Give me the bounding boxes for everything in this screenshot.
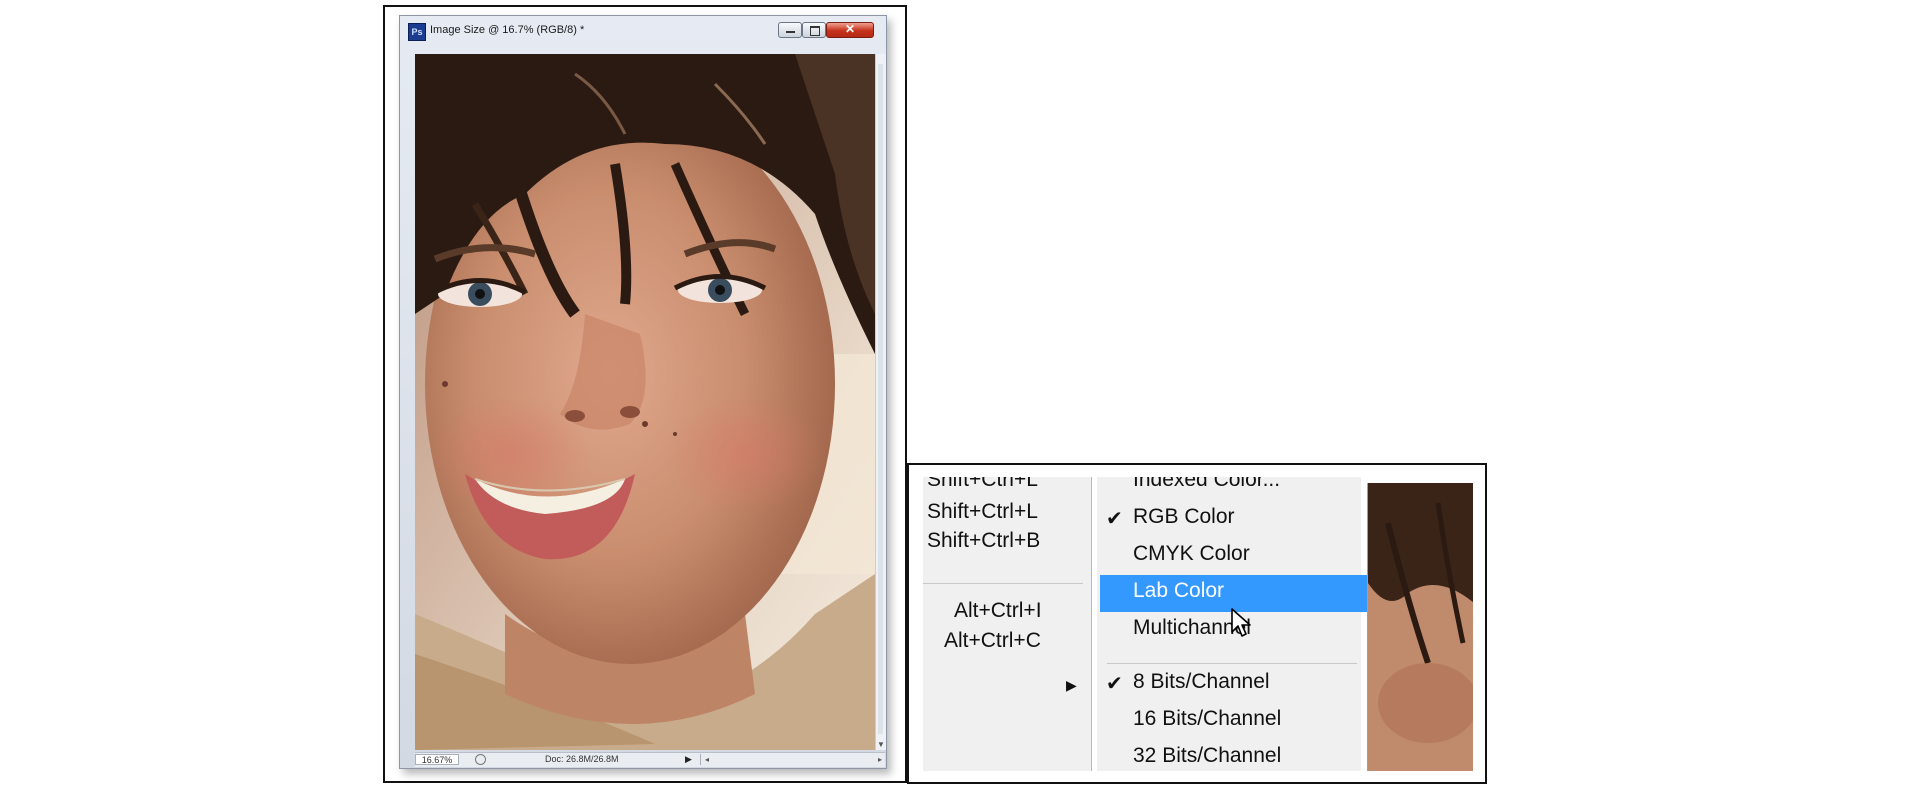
close-icon[interactable] bbox=[826, 22, 874, 38]
menu-shortcut: Shift+Ctrl+B bbox=[927, 529, 1041, 552]
menu-item-8-bits[interactable]: ✔ 8 Bits/Channel bbox=[1097, 666, 1361, 703]
menu-item-label: RGB Color bbox=[1133, 505, 1235, 528]
menu-shortcut: Alt+Ctrl+C bbox=[944, 629, 1041, 652]
document-canvas-photo[interactable] bbox=[415, 54, 875, 750]
menu-item-label: CMYK Color bbox=[1133, 542, 1250, 565]
menu-separator bbox=[923, 583, 1083, 584]
status-info-icon[interactable] bbox=[475, 754, 486, 765]
document-size-info: Doc: 26.8M/26.8M bbox=[545, 754, 619, 764]
document-window: Ps Image Size @ 16.7% (RGB/8) * ✕ ▼ 16.6… bbox=[399, 15, 887, 769]
smiling-girl-photo bbox=[415, 54, 875, 750]
horizontal-scrollbar[interactable]: ◂ ▸ bbox=[700, 754, 886, 765]
menu-item-multichannel[interactable]: Multichannel bbox=[1097, 612, 1361, 649]
document-window-frame: Ps Image Size @ 16.7% (RGB/8) * ✕ ▼ 16.6… bbox=[383, 5, 907, 783]
menu-area: Shift+Ctrl+L Shift+Ctrl+L Shift+Ctrl+B A… bbox=[923, 477, 1473, 771]
document-title: Image Size @ 16.7% (RGB/8) * bbox=[430, 24, 585, 36]
menu-item-16-bits[interactable]: 16 Bits/Channel bbox=[1097, 703, 1361, 740]
menu-shortcut: Shift+Ctrl+L bbox=[927, 477, 1038, 491]
menu-item-rgb-color[interactable]: ✔ RGB Color bbox=[1097, 501, 1361, 538]
checkmark-icon: ✔ bbox=[1106, 673, 1123, 695]
menu-separator bbox=[1107, 663, 1357, 664]
menu-shortcut: Alt+Ctrl+I bbox=[954, 599, 1042, 622]
scroll-right-arrow-icon[interactable]: ▸ bbox=[878, 754, 882, 765]
menu-item-label: Indexed Color... bbox=[1133, 477, 1281, 491]
menu-item-cmyk-color[interactable]: CMYK Color bbox=[1097, 538, 1361, 575]
mode-menu-crop-frame: Shift+Ctrl+L Shift+Ctrl+L Shift+Ctrl+B A… bbox=[907, 463, 1487, 784]
photoshop-app-icon: Ps bbox=[408, 23, 426, 41]
photo-crop-edge bbox=[1367, 483, 1473, 771]
mouse-cursor-icon bbox=[1231, 608, 1251, 637]
photo-crop-image bbox=[1368, 483, 1473, 771]
submenu-arrow-icon: ▶ bbox=[1066, 677, 1077, 693]
menu-item-label: Lab Color bbox=[1133, 579, 1225, 602]
menu-item-32-bits[interactable]: 32 Bits/Channel bbox=[1097, 740, 1361, 771]
document-status-bar: 16.67% Doc: 26.8M/26.8M ▶ ◂ ▸ bbox=[415, 752, 885, 767]
vertical-scrollbar[interactable]: ▼ bbox=[875, 54, 886, 750]
window-titlebar[interactable]: Ps Image Size @ 16.7% (RGB/8) * bbox=[400, 16, 886, 44]
minimize-icon[interactable] bbox=[778, 22, 802, 38]
image-menu: Shift+Ctrl+L Shift+Ctrl+L Shift+Ctrl+B A… bbox=[923, 477, 1092, 771]
menu-item-label: 8 Bits/Channel bbox=[1133, 670, 1270, 693]
scroll-left-arrow-icon[interactable]: ◂ bbox=[705, 754, 709, 765]
vertical-scroll-track[interactable] bbox=[878, 64, 883, 734]
menu-item-label: 32 Bits/Channel bbox=[1133, 744, 1282, 767]
menu-item-indexed-color[interactable]: Indexed Color... bbox=[1097, 477, 1361, 501]
menu-shortcut: Shift+Ctrl+L bbox=[927, 500, 1038, 523]
menu-item-label: 16 Bits/Channel bbox=[1133, 707, 1282, 730]
scroll-down-arrow-icon[interactable]: ▼ bbox=[877, 741, 885, 749]
maximize-icon[interactable] bbox=[802, 22, 826, 38]
checkmark-icon: ✔ bbox=[1106, 508, 1123, 530]
status-menu-arrow-icon[interactable]: ▶ bbox=[685, 754, 695, 765]
zoom-level-field[interactable]: 16.67% bbox=[415, 754, 459, 765]
mode-submenu: Indexed Color... ✔ RGB Color CMYK Color … bbox=[1097, 477, 1367, 771]
